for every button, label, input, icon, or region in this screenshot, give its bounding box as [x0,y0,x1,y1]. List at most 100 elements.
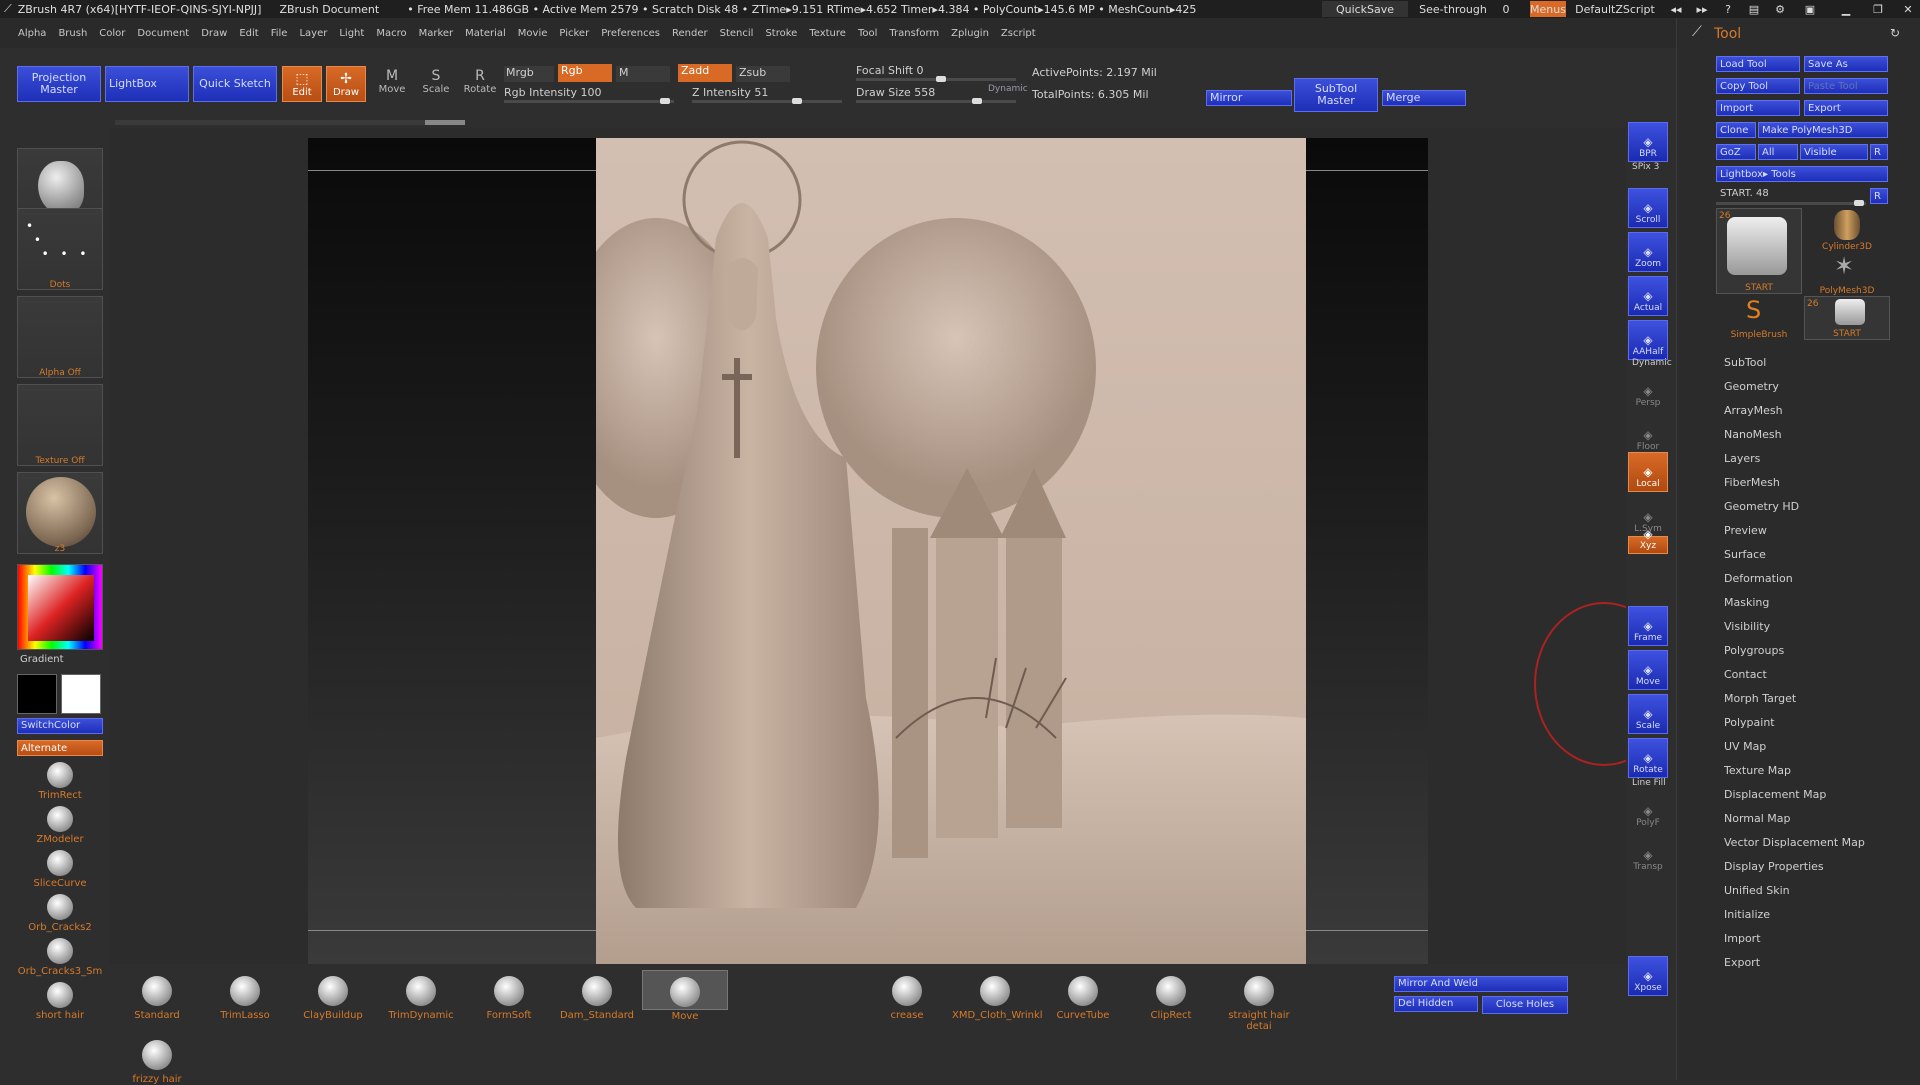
tool-slider[interactable] [1716,200,1866,206]
tool-menu-fibermesh[interactable]: FiberMesh [1724,476,1780,489]
rgb-button[interactable]: Rgb [558,64,612,82]
move-button[interactable]: M Move [372,68,412,102]
rgb-intensity-slider[interactable] [504,98,674,104]
quick-sketch-button[interactable]: Quick Sketch [193,66,277,102]
menu-render[interactable]: Render [672,28,708,39]
make-polymesh-button[interactable]: Make PolyMesh3D [1758,122,1888,138]
left-brush-1[interactable]: ZModeler [17,804,103,845]
menu-document[interactable]: Document [137,28,189,39]
save-as-button[interactable]: Save As [1804,56,1888,72]
menu-transform[interactable]: Transform [889,28,939,39]
menu-zplugin[interactable]: Zplugin [951,28,989,39]
bottom-brush-7[interactable]: crease [864,970,950,1021]
window-layout2-icon[interactable]: ▸▸ [1692,1,1712,17]
shelf-transp-button[interactable]: ◈ Transp [1628,834,1668,874]
menu-stroke[interactable]: Stroke [765,28,797,39]
shelf-scroll-button[interactable]: ◈ Scroll [1628,188,1668,228]
menu-file[interactable]: File [271,28,288,39]
bottom-brush-8[interactable]: XMD_Cloth_Wrinkl [952,970,1043,1021]
focal-shift-slider[interactable] [856,76,1016,82]
del-hidden-button[interactable]: Del Hidden [1394,996,1478,1012]
shelf-floor-button[interactable]: ◈ Floor [1628,414,1668,454]
menu-light[interactable]: Light [339,28,364,39]
shelf-rotate-button[interactable]: ◈ Rotate [1628,738,1668,778]
close-holes-button[interactable]: Close Holes [1482,996,1568,1014]
tool-menu-subtool[interactable]: SubTool [1724,356,1766,369]
m-button[interactable]: M [616,66,670,82]
tool-palette-refresh-icon[interactable]: ↻ [1890,26,1900,40]
stroke-thumb[interactable]: • • • • • Dots [17,208,103,290]
menu-edit[interactable]: Edit [239,28,258,39]
quicksave-button[interactable]: QuickSave [1322,1,1408,17]
tool-menu-geometry-hd[interactable]: Geometry HD [1724,500,1799,513]
scale-button[interactable]: S Scale [416,68,456,102]
tool-menu-displacement-map[interactable]: Displacement Map [1724,788,1826,801]
color-picker[interactable] [17,564,103,650]
menu-layer[interactable]: Layer [299,28,327,39]
clone-button[interactable]: Clone [1716,122,1756,138]
tool-slider-r-button[interactable]: R [1870,188,1888,204]
tool-menu-contact[interactable]: Contact [1724,668,1767,681]
tool-thumb-start2[interactable]: 26 START [1804,296,1890,340]
alpha-thumb[interactable]: Alpha Off [17,296,103,378]
secondary-color-swatch[interactable] [61,674,101,714]
tool-menu-polygroups[interactable]: Polygroups [1724,644,1784,657]
lightbox-tools-button[interactable]: Lightbox▸ Tools [1716,166,1888,182]
draw-size-slider[interactable] [856,98,1016,104]
tool-menu-export[interactable]: Export [1724,956,1760,969]
see-through-label[interactable]: See-through [1418,1,1488,17]
bottom-brush-4[interactable]: FormSoft [466,970,552,1021]
goz-button[interactable]: GoZ [1716,144,1756,160]
zsub-button[interactable]: Zsub [736,66,790,82]
mirror-and-weld-button[interactable]: Mirror And Weld [1394,976,1568,992]
lock-icon[interactable]: ▣ [1800,1,1820,17]
tool-menu-masking[interactable]: Masking [1724,596,1769,609]
tool-menu-layers[interactable]: Layers [1724,452,1760,465]
tool-menu-display-properties[interactable]: Display Properties [1724,860,1824,873]
merge-button[interactable]: Merge [1382,90,1466,106]
menu-marker[interactable]: Marker [419,28,454,39]
minimize-icon[interactable]: ▁ [1836,1,1856,17]
settings-icon[interactable]: ⚙ [1770,1,1790,17]
tool-menu-surface[interactable]: Surface [1724,548,1766,561]
tool-menu-uv-map[interactable]: UV Map [1724,740,1766,753]
menu-picker[interactable]: Picker [559,28,589,39]
bottom-brush-6[interactable]: Move [642,970,728,1022]
close-icon[interactable]: ✕ [1898,1,1918,17]
menu-alpha[interactable]: Alpha [18,28,46,39]
menu-preferences[interactable]: Preferences [601,28,660,39]
bottom-brush-3[interactable]: TrimDynamic [378,970,464,1021]
tool-thumb-polymesh[interactable]: ✶ PolyMesh3D [1804,252,1890,296]
mrgb-button[interactable]: Mrgb [504,66,554,82]
projection-master-button[interactable]: Projection Master [17,66,101,102]
tool-menu-polypaint[interactable]: Polypaint [1724,716,1775,729]
shelf-xyz-button[interactable]: ◈ Xyz [1628,527,1668,554]
tool-thumb-cylinder[interactable]: Cylinder3D [1804,208,1890,252]
dynamic-button[interactable]: Dynamic [988,84,1028,94]
bottom-brush-0[interactable]: Standard [114,970,200,1021]
menus-button[interactable]: Menus [1530,1,1566,17]
bottom-brush-2[interactable]: ClayBuildup [290,970,376,1021]
tool-menu-texture-map[interactable]: Texture Map [1724,764,1791,777]
tool-menu-import[interactable]: Import [1724,932,1761,945]
shelf-move-button[interactable]: ◈ Move [1628,650,1668,690]
left-brush-4[interactable]: Orb_Cracks3_Sm [17,936,103,977]
menu-stencil[interactable]: Stencil [720,28,754,39]
bottom-brush-11[interactable]: straight hair detai [1216,970,1302,1032]
shelf-dynamic-button[interactable]: Dynamic [1632,358,1672,368]
load-tool-button[interactable]: Load Tool [1716,56,1800,72]
sculpt-model[interactable] [561,138,1306,964]
import-button[interactable]: Import [1716,100,1800,116]
tool-menu-morph-target[interactable]: Morph Target [1724,692,1796,705]
tool-menu-initialize[interactable]: Initialize [1724,908,1770,921]
edit-button[interactable]: ⬚ Edit [282,66,322,102]
zadd-button[interactable]: Zadd [678,64,732,82]
shelf-actual-button[interactable]: ◈ Actual [1628,276,1668,316]
tool-menu-unified-skin[interactable]: Unified Skin [1724,884,1790,897]
bottom-brush-frizzy[interactable]: frizzy hair [114,1034,200,1085]
bottom-brush-1[interactable]: TrimLasso [202,970,288,1021]
shelf-bpr-button[interactable]: ◈ BPR [1628,122,1668,162]
export-button[interactable]: Export [1804,100,1888,116]
menu-tool[interactable]: Tool [858,28,877,39]
switchcolor-button[interactable]: SwitchColor [17,718,103,734]
